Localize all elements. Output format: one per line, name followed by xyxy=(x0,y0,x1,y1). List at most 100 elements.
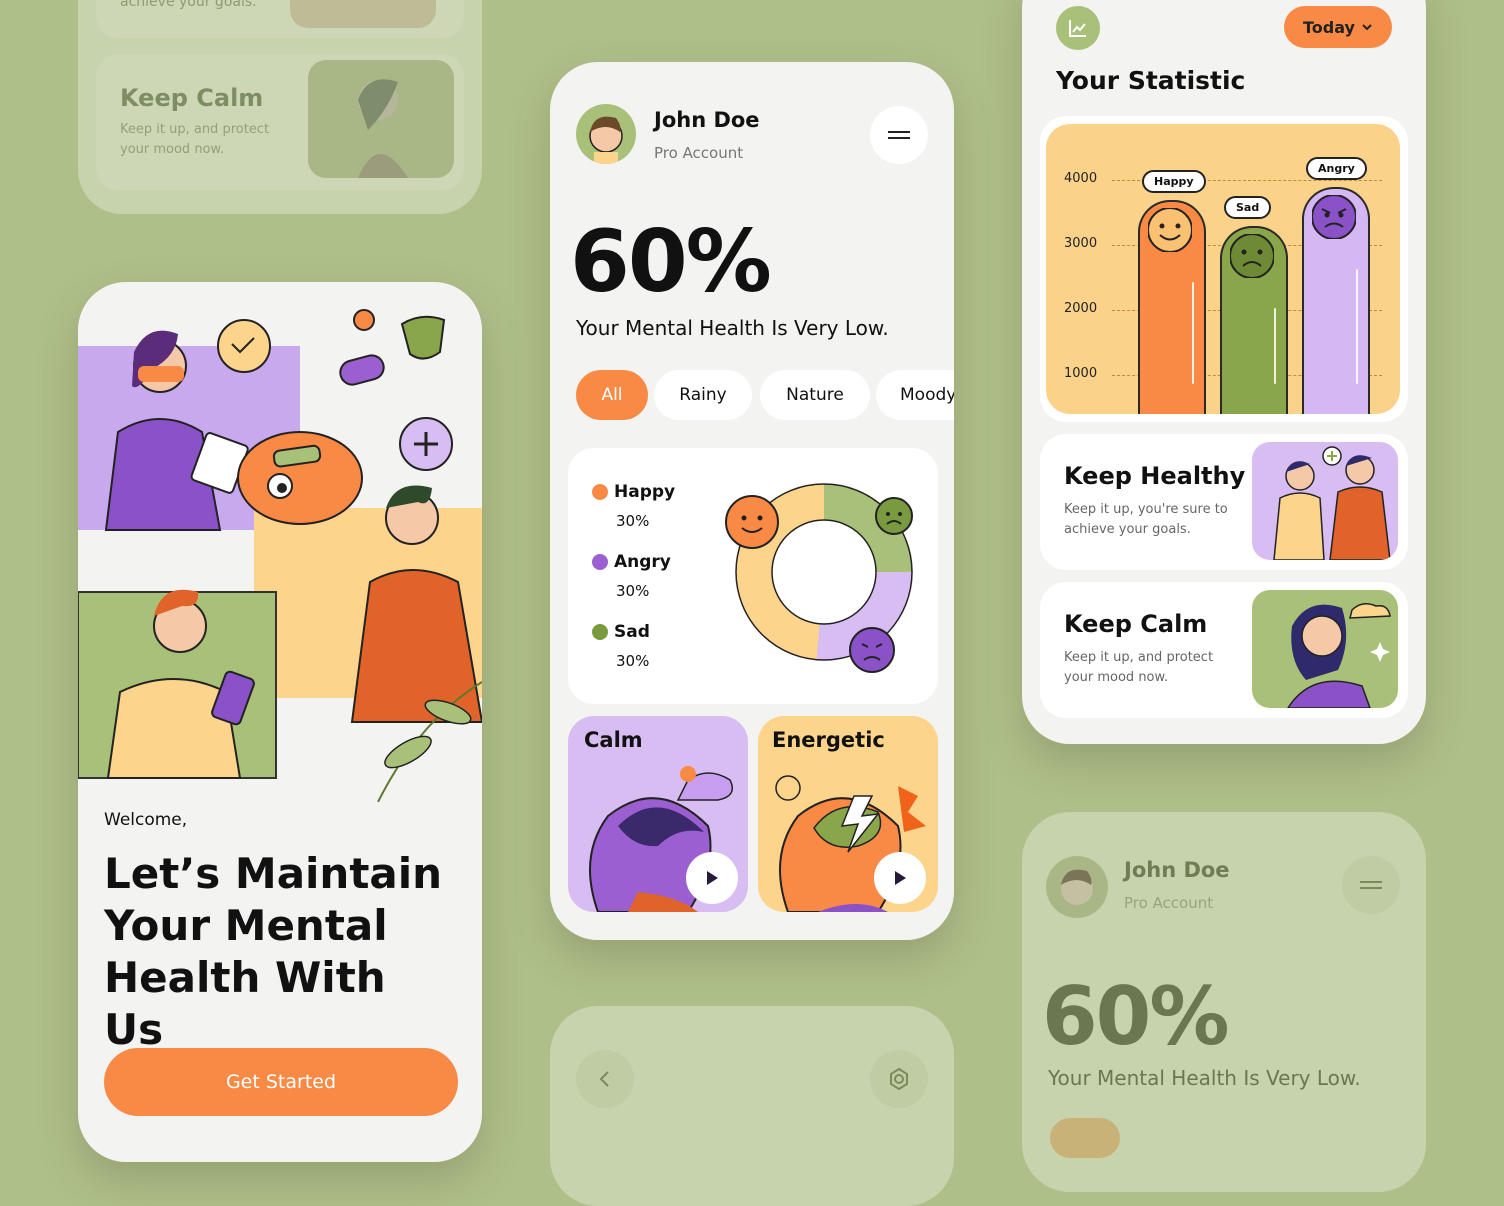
happy-face-icon xyxy=(725,495,779,549)
settings-button[interactable] xyxy=(870,1050,928,1108)
partial-card: achieve your goals. xyxy=(96,0,464,38)
keep-calm-illustration xyxy=(308,60,454,178)
faded-profile-name: John Doe xyxy=(1124,858,1230,882)
chevron-left-icon xyxy=(599,1071,609,1087)
statistic-title: Your Statistic xyxy=(1056,66,1246,95)
y-tick-label: 2000 xyxy=(1064,301,1098,316)
happy-dot xyxy=(592,484,608,500)
doctors-illustration xyxy=(78,309,482,802)
faded-avatar xyxy=(1046,856,1108,918)
mood-chart-card: Happy 30% Angry 30% Sad 30% xyxy=(568,448,938,704)
filter-rainy[interactable]: Rainy xyxy=(654,370,752,420)
keep-healthy-card[interactable]: Keep Healthy Keep it up, you're sure to … xyxy=(1040,434,1408,570)
faded-percent: 60% xyxy=(1042,970,1229,1063)
energetic-play-button[interactable] xyxy=(874,852,926,904)
mood-overview-screen: John Doe Pro Account 60% Your Mental Hea… xyxy=(550,62,954,940)
bar-highlight xyxy=(1356,268,1358,384)
legend-angry-name: Angry xyxy=(614,552,671,572)
sad-face-icon xyxy=(1230,233,1274,278)
filter-all[interactable]: All xyxy=(576,370,648,420)
calm-woman-illustration xyxy=(1287,603,1391,708)
statistic-chart: 4000 3000 2000 1000 Happy Sad Angry xyxy=(1046,124,1400,414)
keep-healthy-desc: Keep it up, you're sure to achieve your … xyxy=(1064,502,1228,537)
keep-healthy-title: Keep Healthy xyxy=(1064,462,1246,490)
mental-health-status: Your Mental Health Is Very Low. xyxy=(576,316,889,340)
calm-play-button[interactable] xyxy=(686,852,738,904)
back-button[interactable] xyxy=(576,1050,634,1108)
legend-angry-value: 30% xyxy=(616,582,650,600)
legend-sad-value: 30% xyxy=(616,652,650,670)
angry-dot xyxy=(592,554,608,570)
filter-nature[interactable]: Nature xyxy=(760,370,870,420)
legend-happy: Happy 30% xyxy=(592,482,675,530)
faded-status: Your Mental Health Is Very Low. xyxy=(1048,1066,1361,1090)
period-label: Today xyxy=(1303,17,1355,37)
keep-calm-desc-right: Keep it up, and protect your mood now. xyxy=(1064,650,1214,685)
settings-icon xyxy=(890,1067,908,1091)
angry-face-icon xyxy=(849,627,895,673)
faded-filter-pill xyxy=(1050,1118,1120,1158)
angry-face-icon xyxy=(1312,194,1356,239)
keep-calm-desc: Keep it up, and protect your mood now. xyxy=(120,122,270,157)
faded-screen-bottom-right: John Doe Pro Account 60% Your Mental Hea… xyxy=(1022,812,1426,1192)
partial-card-illustration xyxy=(290,0,436,28)
energetic-category-card[interactable]: Energetic xyxy=(758,716,938,912)
keep-healthy-illustration xyxy=(1252,442,1398,560)
keep-calm-title: Keep Calm xyxy=(120,84,264,112)
legend-happy-name: Happy xyxy=(614,482,676,502)
legend-happy-value: 30% xyxy=(616,512,650,530)
welcome-greeting: Welcome, xyxy=(104,810,188,830)
legend-sad: Sad 30% xyxy=(592,622,650,670)
get-started-button[interactable]: Get Started xyxy=(104,1048,458,1116)
trend-chart-icon xyxy=(1069,20,1086,37)
avatar-face-icon xyxy=(1061,869,1093,905)
keep-calm-title-right: Keep Calm xyxy=(1064,610,1208,638)
play-icon xyxy=(895,871,906,885)
welcome-headline: Let’s Maintain Your Mental Health With U… xyxy=(104,849,443,1054)
faded-menu-button[interactable] xyxy=(1342,856,1400,914)
menu-icon xyxy=(1360,877,1382,893)
menu-button[interactable] xyxy=(870,106,928,164)
bar-sad[interactable] xyxy=(1220,225,1288,414)
avatar-face-icon xyxy=(589,116,623,164)
y-tick-label: 3000 xyxy=(1064,236,1098,251)
happy-face-icon xyxy=(1148,207,1192,252)
sad-dot xyxy=(592,624,608,640)
bar-happy[interactable] xyxy=(1138,199,1206,414)
keep-calm-illustration-right xyxy=(1252,590,1398,708)
mental-health-percent: 60% xyxy=(570,212,772,312)
keep-calm-card-faded[interactable]: Keep Calm Keep it up, and protect your m… xyxy=(96,54,464,190)
play-icon xyxy=(707,871,718,885)
y-tick-label: 1000 xyxy=(1064,366,1098,381)
sad-face-icon xyxy=(875,497,913,535)
statistic-screen: Today Your Statistic 4000 3000 2000 1000 Ha… xyxy=(1022,0,1426,744)
bar-label-happy: Happy xyxy=(1142,169,1206,193)
partial-card-text: achieve your goals. xyxy=(120,0,257,10)
y-tick-label: 4000 xyxy=(1064,171,1098,186)
mood-donut-chart xyxy=(725,483,913,673)
period-dropdown[interactable]: Today xyxy=(1284,6,1392,48)
calm-label: Calm xyxy=(584,728,643,752)
legend-angry: Angry 30% xyxy=(592,552,671,600)
welcome-screen: Welcome, Let’s Maintain Your Mental Heal… xyxy=(78,282,482,1162)
bar-label-angry: Angry xyxy=(1306,156,1367,180)
statistic-chart-card: 4000 3000 2000 1000 Happy Sad Angry xyxy=(1040,116,1408,422)
menu-icon xyxy=(888,127,910,143)
chevron-down-icon xyxy=(1362,24,1372,31)
faded-card-top-left: achieve your goals. Keep Calm Keep it up… xyxy=(78,0,482,214)
calm-category-card[interactable]: Calm xyxy=(568,716,748,912)
profile-name: John Doe xyxy=(654,108,760,132)
woman-illustration xyxy=(358,79,408,178)
bar-highlight xyxy=(1274,307,1276,384)
stats-icon-button[interactable] xyxy=(1056,6,1100,50)
avatar[interactable] xyxy=(576,104,636,164)
bar-angry[interactable] xyxy=(1302,186,1370,414)
friends-illustration xyxy=(1273,446,1391,560)
energetic-label: Energetic xyxy=(772,728,885,752)
faded-screen-bottom-center xyxy=(550,1006,954,1206)
bar-highlight xyxy=(1192,281,1194,384)
faded-profile-account: Pro Account xyxy=(1124,894,1214,912)
keep-calm-card[interactable]: Keep Calm Keep it up, and protect your m… xyxy=(1040,582,1408,718)
filter-moody[interactable]: Moody xyxy=(876,370,954,420)
profile-account: Pro Account xyxy=(654,144,744,162)
